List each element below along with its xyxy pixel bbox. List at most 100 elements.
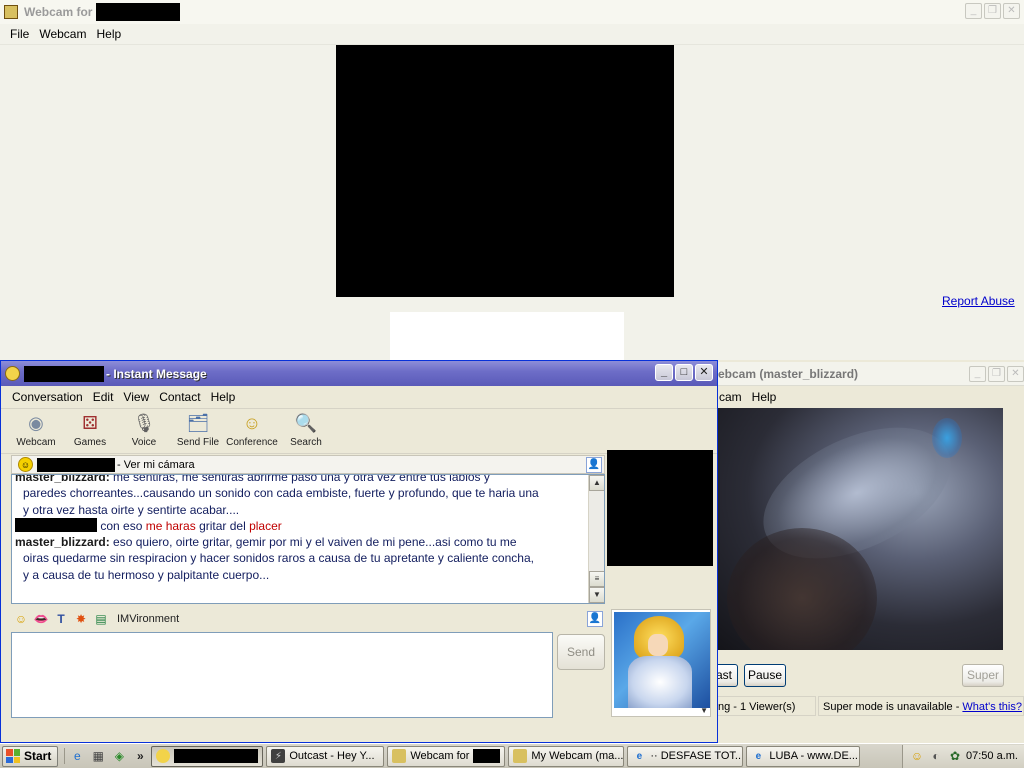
messenger-tray-icon[interactable]: ☺: [909, 748, 925, 764]
toolbar-label: Voice: [131, 437, 157, 448]
redacted-name: [96, 3, 181, 21]
microphone-icon: 🎙: [132, 413, 156, 433]
redacted-name: [174, 749, 259, 763]
menu-help[interactable]: Help: [206, 387, 241, 407]
taskbar-item-winamp[interactable]: ⚡ Outcast - Hey Y...: [266, 745, 385, 767]
toolbar-search-button[interactable]: 🔍 Search: [279, 409, 333, 448]
media-player-icon[interactable]: ◈: [111, 748, 127, 764]
menu-help[interactable]: Help: [91, 24, 126, 44]
chevron-down-icon[interactable]: ▼: [700, 706, 708, 715]
webcam-window-background: Webcam for _ ❐ ✕ File Webcam Help Report…: [0, 0, 1024, 360]
avatar: [614, 612, 710, 708]
imvironment-icon[interactable]: ▤: [93, 611, 109, 627]
menu-view[interactable]: View: [118, 387, 154, 407]
restore-button[interactable]: ❐: [984, 3, 1001, 19]
clock[interactable]: 07:50 a.m.: [966, 750, 1018, 762]
pause-button[interactable]: Pause: [744, 664, 786, 687]
window-controls: _ ❐ ✕: [969, 366, 1024, 382]
webcam-icon: [513, 749, 528, 763]
ie-icon: e: [636, 750, 643, 762]
maximize-button[interactable]: □: [675, 364, 693, 381]
toolbar-send-file-button[interactable]: 🗂 Send File: [171, 409, 225, 448]
show-desktop-icon[interactable]: ▦: [90, 748, 106, 764]
task-label: ·· DESFASE TOT...: [650, 750, 744, 762]
toolbar-label: Games: [73, 437, 107, 448]
message-text: eso quiero, oirte gritar, gemir por mi y…: [109, 535, 517, 550]
menu-bar: File Webcam Help: [0, 24, 1024, 45]
minimize-button[interactable]: _: [969, 366, 986, 382]
text-style-icon[interactable]: T: [53, 611, 69, 627]
toolbar-label: Webcam: [16, 437, 56, 448]
formatting-bar: ☺ 👄 T ✸ ▤ IMVironment 👤: [11, 609, 605, 629]
imvironment-label[interactable]: IMVironment: [117, 613, 179, 625]
messenger-icon: [156, 749, 171, 763]
taskbar-item-im[interactable]: [151, 745, 264, 767]
message-text: con eso: [97, 518, 146, 533]
send-button[interactable]: Send: [557, 634, 605, 670]
close-button[interactable]: ✕: [1007, 366, 1024, 382]
chat-message: con eso me haras gritar del placer: [15, 517, 587, 534]
nudge-icon[interactable]: ✸: [73, 611, 89, 627]
window-controls: _ ❐ ✕: [965, 3, 1020, 19]
message-input[interactable]: [11, 632, 553, 718]
toolbar-label: Search: [290, 437, 322, 448]
close-button[interactable]: ✕: [695, 364, 713, 381]
menu-webcam[interactable]: Webcam: [34, 24, 91, 44]
super-mode-text: Super mode is unavailable -: [823, 701, 963, 713]
network-icon[interactable]: ◐: [928, 748, 944, 764]
taskbar-item-webcam-for[interactable]: Webcam for: [387, 745, 506, 767]
redacted-name: [15, 517, 97, 532]
title-bar: - Instant Message _ □ ✕: [1, 361, 717, 386]
toolbar-voice-button[interactable]: 🎙 Voice: [117, 409, 171, 448]
taskbar-item-my-webcam[interactable]: My Webcam (ma...: [508, 745, 625, 767]
menu-help[interactable]: Help: [747, 387, 782, 407]
scroll-down-arrow-icon[interactable]: ▼: [589, 587, 604, 603]
audible-icon[interactable]: 👄: [33, 611, 49, 627]
menu-file[interactable]: File: [5, 24, 34, 44]
report-abuse-link[interactable]: Report Abuse: [942, 294, 1015, 308]
window-title: Webcam for: [24, 5, 93, 19]
toolbar: ◉ Webcam ⚄ Games 🎙 Voice 🗂 Send File ☺ C…: [1, 408, 717, 454]
minimize-button[interactable]: _: [965, 3, 982, 19]
super-button[interactable]: Super: [962, 664, 1004, 687]
menu-contact[interactable]: Contact: [154, 387, 205, 407]
window-title-text: - Instant Message: [106, 366, 207, 381]
task-label: My Webcam (ma...: [531, 750, 624, 762]
ie-icon[interactable]: e: [69, 748, 85, 764]
minimize-button[interactable]: _: [655, 364, 673, 381]
menu-webcam[interactable]: cam: [714, 387, 747, 407]
taskbar-item-luba[interactable]: e LUBA - www.DE...: [746, 745, 861, 767]
window-title: - Instant Message: [24, 365, 207, 382]
message-text: oiras quedarme sin respiracion y hacer s…: [23, 551, 534, 566]
redacted-name: [473, 749, 501, 763]
taskbar-item-desfase[interactable]: e ·· DESFASE TOT...: [627, 745, 744, 767]
start-button[interactable]: Start: [2, 745, 59, 767]
restore-button[interactable]: ❐: [988, 366, 1005, 382]
toolbar-webcam-button[interactable]: ◉ Webcam: [9, 409, 63, 448]
message-sender: master_blizzard:: [15, 474, 110, 484]
close-button[interactable]: ✕: [1003, 3, 1020, 19]
ie-icon: e: [755, 750, 762, 762]
scroll-thumb[interactable]: [589, 491, 604, 573]
menu-conversation[interactable]: Conversation: [7, 387, 88, 407]
taskbar: Start e ▦ ◈ » ⚡ Outcast - Hey Y... Webca…: [0, 743, 1024, 768]
scroll-up-arrow-icon[interactable]: ▲: [589, 475, 604, 491]
chevron-right-icon[interactable]: »: [132, 748, 148, 764]
emoticon-icon[interactable]: ☺: [13, 611, 29, 627]
contact-details-icon[interactable]: 👤: [586, 457, 602, 473]
toolbar-games-button[interactable]: ⚄ Games: [63, 409, 117, 448]
chat-message: master_blizzard: me sentiras, me sentira…: [15, 474, 587, 518]
security-icon[interactable]: ✿: [947, 748, 963, 764]
my-display-image-panel[interactable]: ▼: [611, 609, 711, 717]
my-details-icon[interactable]: 👤: [587, 611, 603, 627]
whats-this-link[interactable]: What's this?: [962, 701, 1022, 713]
task-label: LUBA - www.DE...: [769, 750, 858, 762]
message-text: y a causa de tu hermoso y palpitante cue…: [23, 567, 270, 582]
title-bar: Webcam for _ ❐ ✕: [0, 0, 1024, 24]
chat-scrollbar[interactable]: ▲ ≡ ▼: [588, 475, 604, 603]
scroll-step-icon[interactable]: ≡: [589, 571, 604, 587]
menu-edit[interactable]: Edit: [88, 387, 119, 407]
conversation-header: ☺ - Ver mi cámara 👤: [11, 455, 605, 474]
toolbar-conference-button[interactable]: ☺ Conference: [225, 409, 279, 448]
quick-launch: e ▦ ◈ »: [64, 748, 148, 764]
